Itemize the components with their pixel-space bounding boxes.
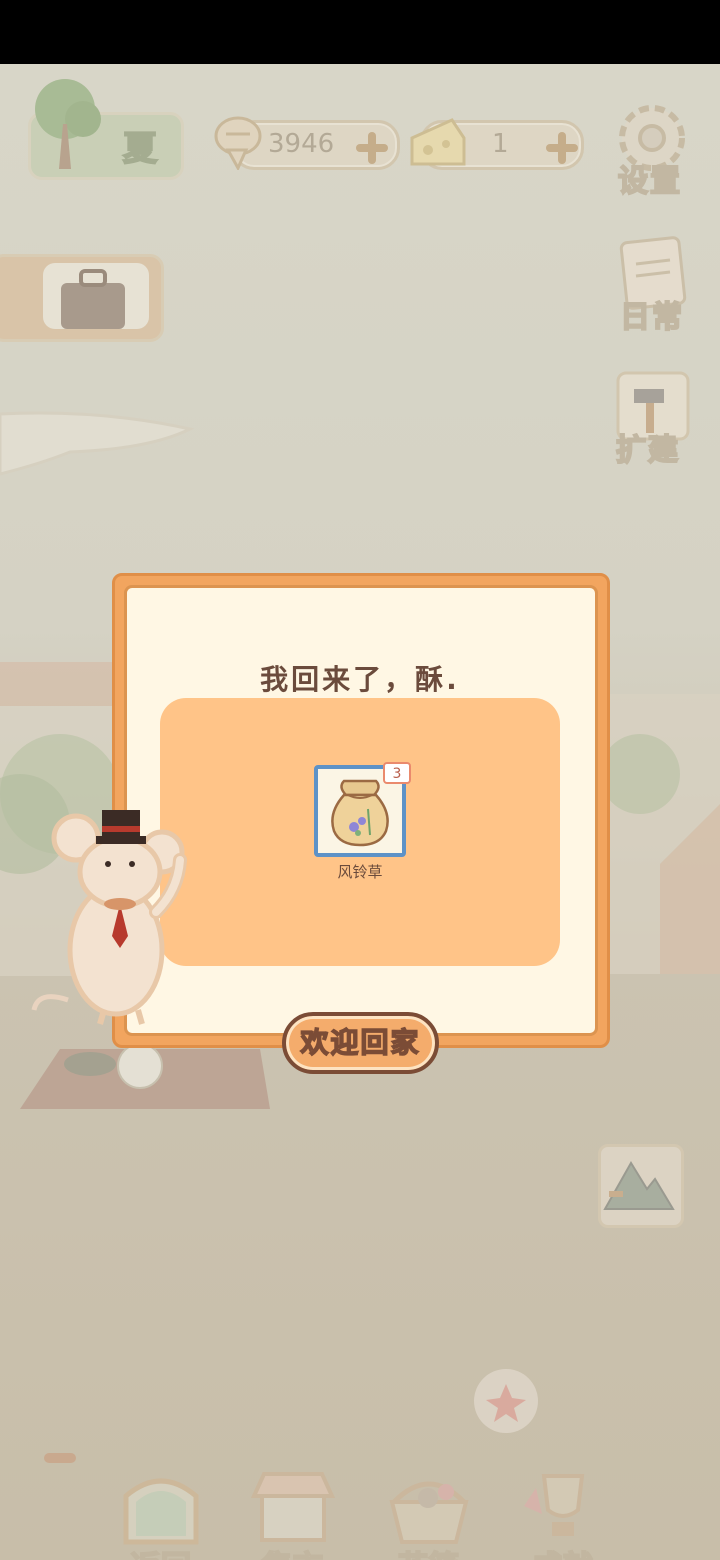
mouse-character [31,810,187,1025]
trophy-icon [524,1474,585,1536]
flower-basket-icon [389,1481,469,1544]
mountain-icon [603,1161,675,1210]
add-fish-button[interactable] [354,130,390,166]
nav-back-button[interactable]: 返回 [106,1476,216,1560]
nav-basket-label: 花篮 [374,1542,484,1560]
fish-count: 3946 [268,129,335,159]
daily-label: 日常 [619,299,684,336]
market-stall-icon [250,1472,336,1542]
window-icon [123,1478,199,1545]
nav-market-label: 集市 [238,1542,348,1560]
daily-button[interactable]: 日常 [612,234,696,336]
settings-label: 设置 [617,163,682,200]
status-bar [0,0,720,64]
nav-basket-button[interactable]: 花篮 [374,1476,484,1560]
welcome-home-button[interactable]: 欢迎回家 [282,1012,439,1074]
dialog-title: 我回来了，酥. [260,663,460,696]
fish-bone-icon [214,116,262,170]
cheese-count: 1 [492,129,509,159]
tree-icon [35,79,101,169]
season-badge[interactable]: 夏 [28,79,184,180]
briefcase-button[interactable] [0,254,164,342]
nav-market-button[interactable]: 集市 [238,1472,348,1560]
settings-button[interactable]: 设置 [612,100,692,200]
cheese-icon [410,118,466,166]
nav-achievement-button[interactable]: 成就 [508,1474,618,1560]
briefcase-icon [61,269,125,329]
map-button[interactable] [598,1144,684,1228]
expand-button[interactable]: 扩建 [612,369,696,469]
nav-back-label: 返回 [106,1542,216,1560]
season-label: 夏 [122,128,158,170]
nav-achievement-label: 成就 [508,1542,618,1560]
item-quantity-badge: 3 [383,762,411,784]
reward-item-name: 风铃草 [337,863,383,881]
add-cheese-button[interactable] [544,130,580,166]
expand-label: 扩建 [615,432,680,469]
